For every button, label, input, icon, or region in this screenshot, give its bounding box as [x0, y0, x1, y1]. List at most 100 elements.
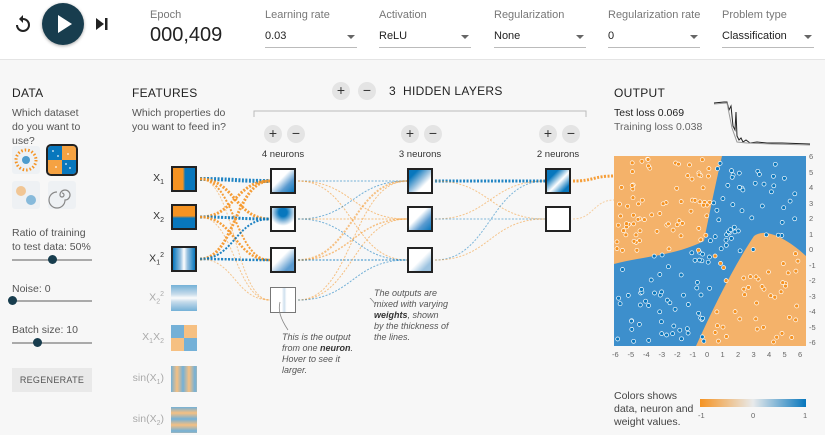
neuron-0-2[interactable]	[270, 247, 296, 273]
data-point	[657, 272, 663, 277]
data-point	[763, 232, 769, 238]
data-point	[657, 211, 663, 216]
data-point	[705, 259, 711, 265]
feature-label-4: X1X2	[142, 331, 164, 346]
data-point	[618, 213, 623, 219]
data-point	[720, 324, 726, 330]
feature-node-1[interactable]	[171, 204, 197, 230]
feature-node-6[interactable]	[171, 407, 197, 433]
data-point	[707, 285, 712, 291]
x-tick: -3	[658, 350, 666, 359]
feature-node-3[interactable]	[171, 285, 197, 311]
data-point	[754, 300, 759, 306]
weight-link[interactable]	[572, 174, 615, 183]
feature-node-5[interactable]	[171, 366, 197, 392]
data-point	[715, 323, 720, 329]
data-point	[781, 205, 787, 211]
data-point	[701, 338, 707, 344]
colorbar-tick-max: 1	[803, 411, 808, 420]
neuron-1-2[interactable]	[407, 247, 433, 273]
remove-neuron-button-0[interactable]: −	[287, 125, 305, 143]
data-point	[748, 274, 753, 279]
colorbar	[700, 399, 806, 407]
weight-link[interactable]	[199, 258, 271, 301]
feature-node-0[interactable]	[171, 166, 197, 192]
data-point	[631, 238, 637, 244]
weight-link[interactable]	[297, 180, 408, 220]
annotation-arrows	[278, 298, 376, 331]
weight-link[interactable]	[434, 180, 546, 220]
data-point	[689, 250, 695, 256]
data-point	[749, 215, 755, 221]
data-point	[736, 170, 742, 176]
data-point	[688, 208, 694, 214]
feature-node-4[interactable]	[171, 325, 197, 351]
data-point	[614, 246, 620, 251]
data-point	[697, 199, 703, 205]
add-neuron-button-1[interactable]: +	[401, 125, 419, 143]
data-point	[642, 217, 647, 222]
add-neuron-button-0[interactable]: +	[264, 125, 282, 143]
remove-neuron-button-2[interactable]: −	[562, 125, 580, 143]
data-point	[793, 317, 799, 323]
data-point	[670, 331, 675, 336]
data-point	[617, 301, 623, 307]
remove-neuron-button-1[interactable]: −	[424, 125, 442, 143]
data-point	[625, 293, 631, 298]
data-point	[720, 196, 726, 201]
data-point	[712, 330, 718, 335]
neuron-2-0[interactable]	[545, 168, 571, 194]
weight-link[interactable]	[572, 199, 615, 220]
data-point	[696, 226, 702, 231]
neuron-0-0[interactable]	[270, 168, 296, 194]
data-point	[793, 251, 798, 257]
data-point	[698, 292, 704, 298]
data-point	[654, 229, 660, 234]
data-point	[759, 203, 765, 209]
neuron-1-0[interactable]	[407, 168, 433, 194]
x-tick: -6	[612, 350, 619, 359]
data-point	[737, 316, 743, 322]
data-point	[692, 257, 698, 263]
data-point	[637, 302, 643, 308]
neuron-2-1[interactable]	[545, 206, 571, 232]
weight-link[interactable]	[434, 180, 546, 220]
neuron-1-1[interactable]	[407, 206, 433, 232]
data-point	[664, 297, 670, 303]
feature-label-2: X12	[149, 252, 164, 267]
data-point	[730, 202, 736, 207]
feature-node-2[interactable]	[171, 246, 197, 272]
data-point	[787, 198, 793, 204]
weight-link[interactable]	[297, 218, 408, 261]
data-point	[703, 232, 709, 238]
weight-link[interactable]	[297, 180, 408, 301]
data-point	[711, 200, 717, 206]
neuron-count-2: 2 neurons	[536, 149, 580, 160]
data-point	[785, 270, 791, 276]
weight-link[interactable]	[199, 179, 271, 219]
data-point	[672, 306, 678, 312]
data-point	[699, 334, 705, 340]
data-point	[723, 242, 729, 248]
data-point	[670, 227, 676, 233]
data-point	[674, 185, 680, 191]
data-point	[687, 162, 692, 168]
weight-link[interactable]	[297, 180, 408, 220]
weight-link[interactable]	[434, 218, 546, 261]
data-point	[635, 217, 641, 222]
y-tick: -3	[809, 291, 816, 301]
data-point	[721, 265, 726, 270]
data-point	[678, 233, 684, 239]
neuron-0-1[interactable]	[270, 206, 296, 232]
data-point	[740, 187, 746, 193]
data-point	[766, 269, 771, 275]
data-point	[754, 326, 760, 332]
add-neuron-button-2[interactable]: +	[539, 125, 557, 143]
data-point	[732, 229, 738, 235]
data-point	[771, 339, 776, 345]
data-point	[637, 322, 642, 327]
data-point	[729, 174, 735, 180]
data-point	[787, 314, 792, 320]
data-point	[685, 173, 691, 178]
data-point	[753, 316, 759, 322]
